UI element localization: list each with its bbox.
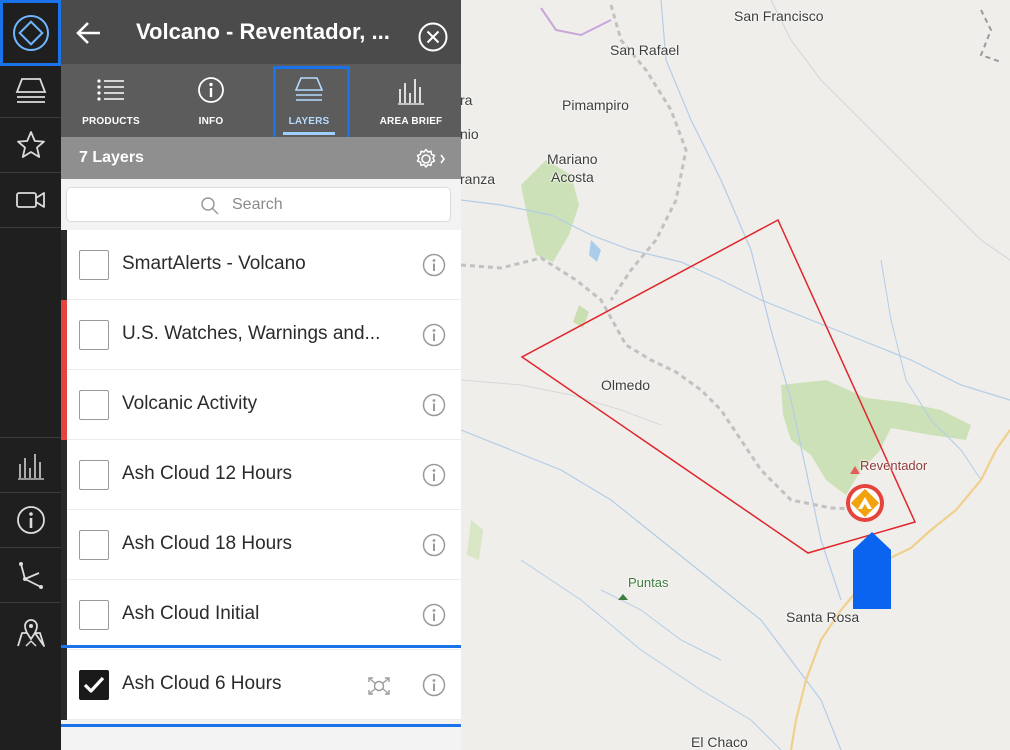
search-icon — [201, 197, 219, 215]
layer-info-button[interactable] — [422, 323, 446, 352]
layer-row-smartalerts-volcano: SmartAlerts - Volcano — [61, 230, 461, 300]
rail-info-button[interactable] — [0, 493, 61, 547]
bar-chart-icon — [17, 454, 44, 480]
layer-row-ash-cloud-18-hours: Ash Cloud 18 Hours — [61, 510, 461, 580]
tab-info[interactable]: INFO — [161, 64, 261, 137]
info-icon — [422, 253, 446, 277]
map-label-edge-nio: nio — [461, 126, 479, 142]
layer-checkbox[interactable] — [79, 390, 109, 420]
map-label-puntas: Puntas — [628, 575, 669, 590]
tab-bar: PRODUCTS INFO LAYERS AREA BRIEF — [61, 64, 461, 137]
layer-row-ash-cloud-initial: Ash Cloud Initial — [61, 580, 461, 650]
layer-info-button[interactable] — [422, 253, 446, 282]
map-label-reventador: Reventador — [860, 458, 928, 473]
map-label-el-chaco: El Chaco — [691, 734, 748, 750]
detail-panel: Volcano - Reventador, ... PRODUCTS INFO … — [61, 0, 461, 750]
search-input[interactable]: Search — [66, 187, 451, 222]
layer-label: U.S. Watches, Warnings and... — [122, 323, 381, 344]
volcano-alert-icon — [846, 484, 884, 522]
layer-color-bar — [61, 300, 67, 370]
layers-settings-button[interactable] — [415, 148, 447, 175]
gear-chevron-icon — [416, 148, 445, 168]
layer-info-button[interactable] — [422, 603, 446, 632]
diamond-logo-icon — [12, 15, 49, 51]
panel-title: Volcano - Reventador, ... — [136, 19, 390, 44]
info-icon — [422, 533, 446, 557]
map-label-edge-ra: ra — [461, 92, 473, 108]
map-background — [461, 0, 1010, 750]
info-icon — [422, 603, 446, 627]
panel-header: Volcano - Reventador, ... — [61, 0, 461, 64]
layer-checkbox[interactable] — [79, 320, 109, 350]
map-label-olmedo: Olmedo — [601, 377, 651, 393]
layer-info-button[interactable] — [422, 533, 446, 562]
search-placeholder: Search — [232, 196, 283, 213]
back-button[interactable] — [75, 20, 103, 46]
tab-products[interactable]: PRODUCTS — [61, 64, 161, 137]
map-label-san-francisco: San Francisco — [734, 8, 824, 24]
rail-video-button[interactable] — [0, 173, 61, 227]
layer-color-bar — [61, 510, 67, 580]
close-button[interactable] — [418, 22, 448, 52]
layer-color-bar — [61, 580, 67, 650]
pointer-arrow-icon — [853, 532, 891, 609]
volcano-alert-marker[interactable] — [845, 483, 885, 523]
layer-checkbox[interactable] — [79, 460, 109, 490]
layer-label: Volcanic Activity — [122, 393, 258, 414]
layers-count: 7 Layers — [79, 149, 144, 166]
rail-layers-button[interactable] — [0, 66, 61, 116]
tab-layers-highlight — [273, 66, 350, 146]
map-view[interactable]: San Francisco San Rafael Pimampiro Maria… — [461, 0, 1010, 750]
map-label-san-rafael: San Rafael — [610, 42, 680, 58]
bar-chart-icon — [398, 79, 424, 105]
rail-home-button[interactable] — [0, 0, 61, 66]
layer-checkbox[interactable] — [79, 530, 109, 560]
info-icon — [422, 393, 446, 417]
video-camera-icon — [15, 192, 45, 208]
tab-label: PRODUCTS — [82, 116, 140, 127]
layer-label: Ash Cloud 18 Hours — [122, 533, 293, 554]
layer-row-volcanic-activity: Volcanic Activity — [61, 370, 461, 440]
layer-color-bar — [61, 440, 67, 510]
info-icon — [16, 506, 45, 534]
info-icon — [422, 463, 446, 487]
layer-row-ash-cloud-12-hours: Ash Cloud 12 Hours — [61, 440, 461, 510]
arrow-left-icon — [76, 22, 100, 44]
close-icon — [418, 22, 448, 52]
layer-checkbox[interactable] — [79, 250, 109, 280]
map-label-acosta: Acosta — [551, 169, 594, 185]
icon-rail — [0, 0, 61, 750]
rail-chart-button[interactable] — [0, 438, 61, 492]
layer-row-us-watches-warnings: U.S. Watches, Warnings and... — [61, 300, 461, 370]
list-icon — [97, 79, 124, 101]
tab-label: INFO — [198, 116, 224, 127]
rail-measure-button[interactable] — [0, 548, 61, 602]
rail-favorites-button[interactable] — [0, 118, 61, 172]
tab-label: AREA BRIEF — [379, 116, 443, 127]
selected-layer-highlight — [61, 645, 461, 727]
layer-label: Ash Cloud Initial — [122, 603, 260, 624]
layers-header: 7 Layers — [61, 137, 461, 179]
info-icon — [198, 77, 224, 103]
measure-path-icon — [18, 562, 43, 589]
map-pin-icon — [16, 619, 45, 647]
map-label-pimampiro: Pimampiro — [562, 97, 629, 113]
map-label-mariano: Mariano — [547, 151, 598, 167]
layers-icon — [15, 78, 46, 103]
layer-info-button[interactable] — [422, 393, 446, 422]
layer-info-button[interactable] — [422, 463, 446, 492]
layer-label: Ash Cloud 12 Hours — [122, 463, 293, 484]
info-icon — [422, 323, 446, 347]
star-icon — [16, 131, 45, 158]
tab-area-brief[interactable]: AREA BRIEF — [361, 64, 461, 137]
rail-map-button[interactable] — [0, 603, 61, 661]
map-label-edge-ranza: ranza — [461, 171, 496, 187]
layer-color-bar — [61, 370, 67, 440]
layer-color-bar — [61, 230, 67, 300]
map-label-santa-rosa: Santa Rosa — [786, 609, 860, 625]
layer-label: SmartAlerts - Volcano — [122, 253, 306, 274]
layer-checkbox[interactable] — [79, 600, 109, 630]
